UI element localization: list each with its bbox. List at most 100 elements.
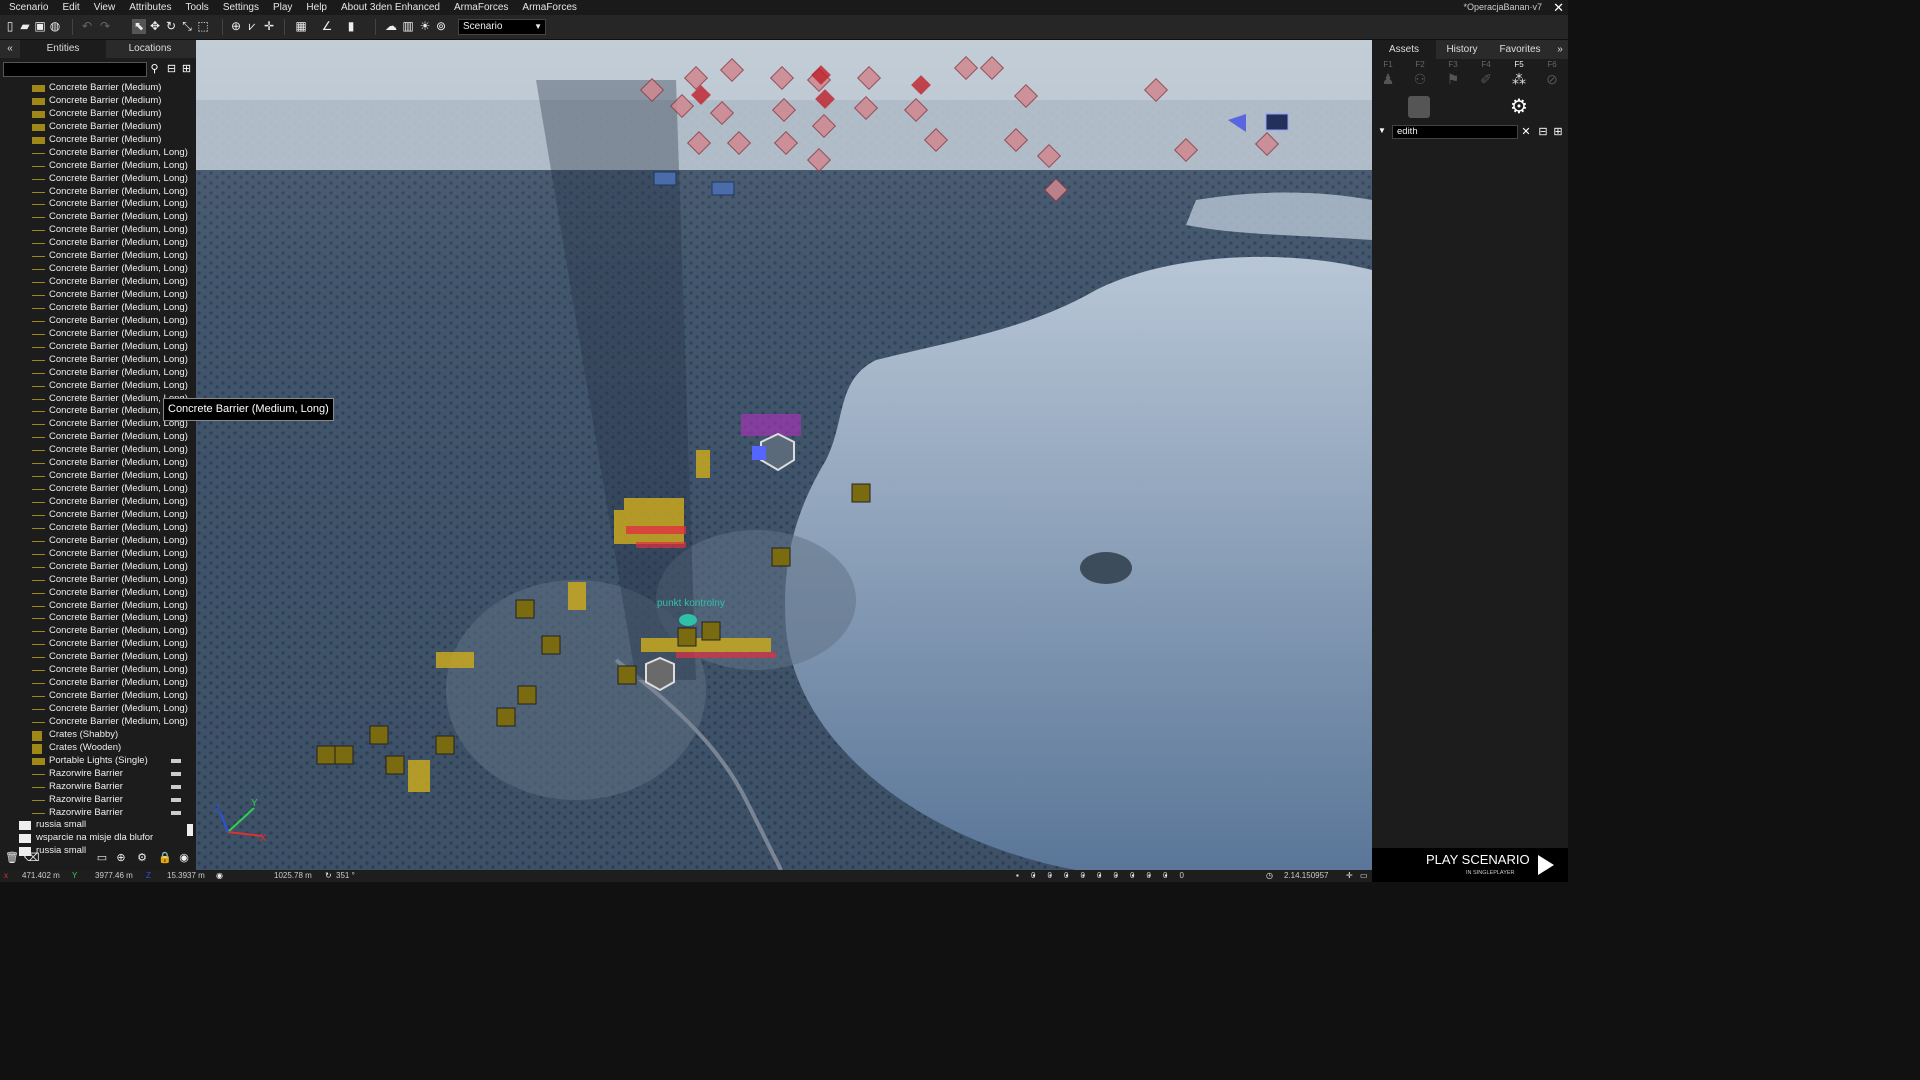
menu-item[interactable]: ArmaForces xyxy=(515,0,583,15)
camera-icon[interactable]: ⊚ xyxy=(434,19,448,34)
menu-item[interactable]: Settings xyxy=(216,0,266,15)
entity-row[interactable]: Concrete Barrier (Medium, Long) xyxy=(0,250,188,263)
map-icon[interactable]: ▥ xyxy=(401,19,415,34)
select-tool-icon[interactable]: ⬉ xyxy=(132,19,146,34)
entity-row[interactable]: Concrete Barrier (Medium, Long) xyxy=(0,211,188,224)
modules-category-icon[interactable]: ⁂ xyxy=(1509,70,1529,88)
entity-row[interactable]: Concrete Barrier (Medium, Long) xyxy=(0,716,188,729)
layer-folder[interactable]: russia small xyxy=(0,819,186,832)
angle-snap-icon[interactable]: ∠ xyxy=(320,19,334,34)
entity-row[interactable]: Concrete Barrier (Medium) xyxy=(0,134,186,147)
entity-row[interactable]: Concrete Barrier (Medium, Long) xyxy=(0,444,188,457)
barrier-object[interactable] xyxy=(408,760,430,792)
expand-all-icon[interactable]: ⊞ xyxy=(1552,125,1564,139)
entity-row[interactable]: Razorwire Barrier xyxy=(0,768,186,781)
entity-row[interactable]: Concrete Barrier (Medium, Long) xyxy=(0,470,188,483)
crate-marker[interactable] xyxy=(771,547,791,567)
open-folder-icon[interactable]: ▰ xyxy=(18,19,32,34)
crate-marker[interactable] xyxy=(677,627,697,647)
friendly-marker[interactable] xyxy=(711,181,735,196)
entity-row[interactable]: Concrete Barrier (Medium, Long) xyxy=(0,522,188,535)
entity-row[interactable]: Concrete Barrier (Medium, Long) xyxy=(0,276,188,289)
entity-row[interactable]: Concrete Barrier (Medium, Long) xyxy=(0,600,188,613)
menu-item[interactable]: Help xyxy=(299,0,334,15)
assets-search-input[interactable]: edith xyxy=(1392,125,1518,139)
entity-row[interactable]: Concrete Barrier (Medium, Long) xyxy=(0,548,188,561)
layer-folder[interactable]: wsparcie na misje dla blufor xyxy=(0,832,186,845)
entity-row[interactable]: Concrete Barrier (Medium, Long) xyxy=(0,574,188,587)
scenario-mode-select[interactable]: Scenario ▼ xyxy=(458,19,546,35)
settings-icon[interactable]: ⚙ xyxy=(1508,96,1530,118)
visibility-icon[interactable]: ◉ xyxy=(178,852,190,864)
objects-category-icon[interactable]: ♟ xyxy=(1378,70,1398,88)
scale-tool-icon[interactable]: ⤡ xyxy=(180,19,194,34)
entity-row[interactable]: Concrete Barrier (Medium, Long) xyxy=(0,638,188,651)
new-layer-icon[interactable]: ▭ xyxy=(96,852,108,864)
entity-row[interactable]: Concrete Barrier (Medium, Long) xyxy=(0,535,188,548)
tab-assets[interactable]: Assets xyxy=(1372,40,1436,59)
undo-icon[interactable]: ↶ xyxy=(80,19,94,34)
close-window-icon[interactable]: ✕ xyxy=(1553,0,1564,15)
collapse-all-icon[interactable]: ⊟ xyxy=(165,62,178,76)
entity-row[interactable]: Crates (Wooden) xyxy=(0,742,186,755)
area-tool-icon[interactable]: ⬚ xyxy=(196,19,210,34)
entity-row[interactable]: Concrete Barrier (Medium, Long) xyxy=(0,354,188,367)
crate-marker[interactable] xyxy=(334,745,354,765)
layer-settings-icon[interactable]: ⚙ xyxy=(136,852,148,864)
grid-mode-icon[interactable]: ✛ xyxy=(1346,872,1353,880)
entity-row[interactable]: Concrete Barrier (Medium, Long) xyxy=(0,302,188,315)
entity-row[interactable]: Concrete Barrier (Medium, Long) xyxy=(0,341,188,354)
entity-row[interactable]: Concrete Barrier (Medium, Long) xyxy=(0,263,188,276)
menu-item[interactable]: Edit xyxy=(55,0,86,15)
clear-search-icon[interactable]: ✕ xyxy=(1520,125,1532,139)
friendly-unit[interactable] xyxy=(752,446,766,460)
entity-row[interactable]: Concrete Barrier (Medium, Long) xyxy=(0,561,188,574)
entity-row[interactable]: Concrete Barrier (Medium, Long) xyxy=(0,703,188,716)
entity-row[interactable]: Concrete Barrier (Medium, Long) xyxy=(0,186,188,199)
fullscreen-icon[interactable]: ▭ xyxy=(1360,872,1368,880)
menu-item[interactable]: ArmaForces xyxy=(447,0,515,15)
crate-marker[interactable] xyxy=(369,725,389,745)
entity-row[interactable]: Concrete Barrier (Medium, Long) xyxy=(0,431,188,444)
world-space-icon[interactable]: ⊕ xyxy=(229,19,243,34)
entity-row[interactable]: Concrete Barrier (Medium, Long) xyxy=(0,173,188,186)
entity-row[interactable]: Razorwire Barrier xyxy=(0,781,186,794)
entity-row[interactable]: Concrete Barrier (Medium, Long) xyxy=(0,224,188,237)
play-scenario-button[interactable]: PLAY SCENARIO IN SINGLEPLAYER xyxy=(1372,848,1568,882)
side-filter-icon[interactable] xyxy=(1408,96,1430,118)
menu-item[interactable]: Scenario xyxy=(0,0,55,15)
expand-panel-icon[interactable]: » xyxy=(1552,40,1568,59)
publish-icon[interactable]: ◍ xyxy=(48,19,62,34)
delete-all-icon[interactable]: ⌫ xyxy=(24,852,40,864)
entity-row[interactable]: Concrete Barrier (Medium, Long) xyxy=(0,651,188,664)
entity-row[interactable]: Concrete Barrier (Medium, Long) xyxy=(0,289,188,302)
crate-marker[interactable] xyxy=(316,745,336,765)
entity-row[interactable]: Crates (Shabby) xyxy=(0,729,186,742)
expand-all-icon[interactable]: ⊞ xyxy=(180,62,193,76)
crate-marker[interactable] xyxy=(385,755,405,775)
new-file-icon[interactable]: ▯ xyxy=(3,19,17,34)
vertical-mode-icon[interactable]: ✛ xyxy=(262,19,276,34)
entity-row[interactable]: Concrete Barrier (Medium) xyxy=(0,82,186,95)
crate-marker[interactable] xyxy=(541,635,561,655)
collapse-panel-icon[interactable]: « xyxy=(0,40,20,58)
crate-marker[interactable] xyxy=(435,735,455,755)
barrier-object[interactable] xyxy=(696,450,710,478)
entity-row[interactable]: Concrete Barrier (Medium, Long) xyxy=(0,328,188,341)
entity-row[interactable]: Concrete Barrier (Medium, Long) xyxy=(0,457,188,470)
surface-snap-icon[interactable]: ⩗ xyxy=(245,19,259,34)
lock-icon[interactable]: 🔒 xyxy=(158,852,172,864)
entity-row[interactable]: Concrete Barrier (Medium, Long) xyxy=(0,612,188,625)
crate-marker[interactable] xyxy=(851,483,871,503)
entity-row[interactable]: Concrete Barrier (Medium, Long) xyxy=(0,690,188,703)
tab-history[interactable]: History xyxy=(1436,40,1488,59)
menu-item[interactable]: Play xyxy=(266,0,299,15)
entity-row[interactable]: Concrete Barrier (Medium, Long) xyxy=(0,237,188,250)
enemy-units[interactable] xyxy=(676,652,776,658)
markers-category-icon[interactable]: ⊘ xyxy=(1542,70,1562,88)
crate-marker[interactable] xyxy=(701,621,721,641)
friendly-marker[interactable] xyxy=(653,171,677,186)
objective-area[interactable] xyxy=(741,414,801,436)
entity-row[interactable]: Concrete Barrier (Medium, Long) xyxy=(0,625,188,638)
friendly-marker[interactable] xyxy=(1265,113,1289,131)
